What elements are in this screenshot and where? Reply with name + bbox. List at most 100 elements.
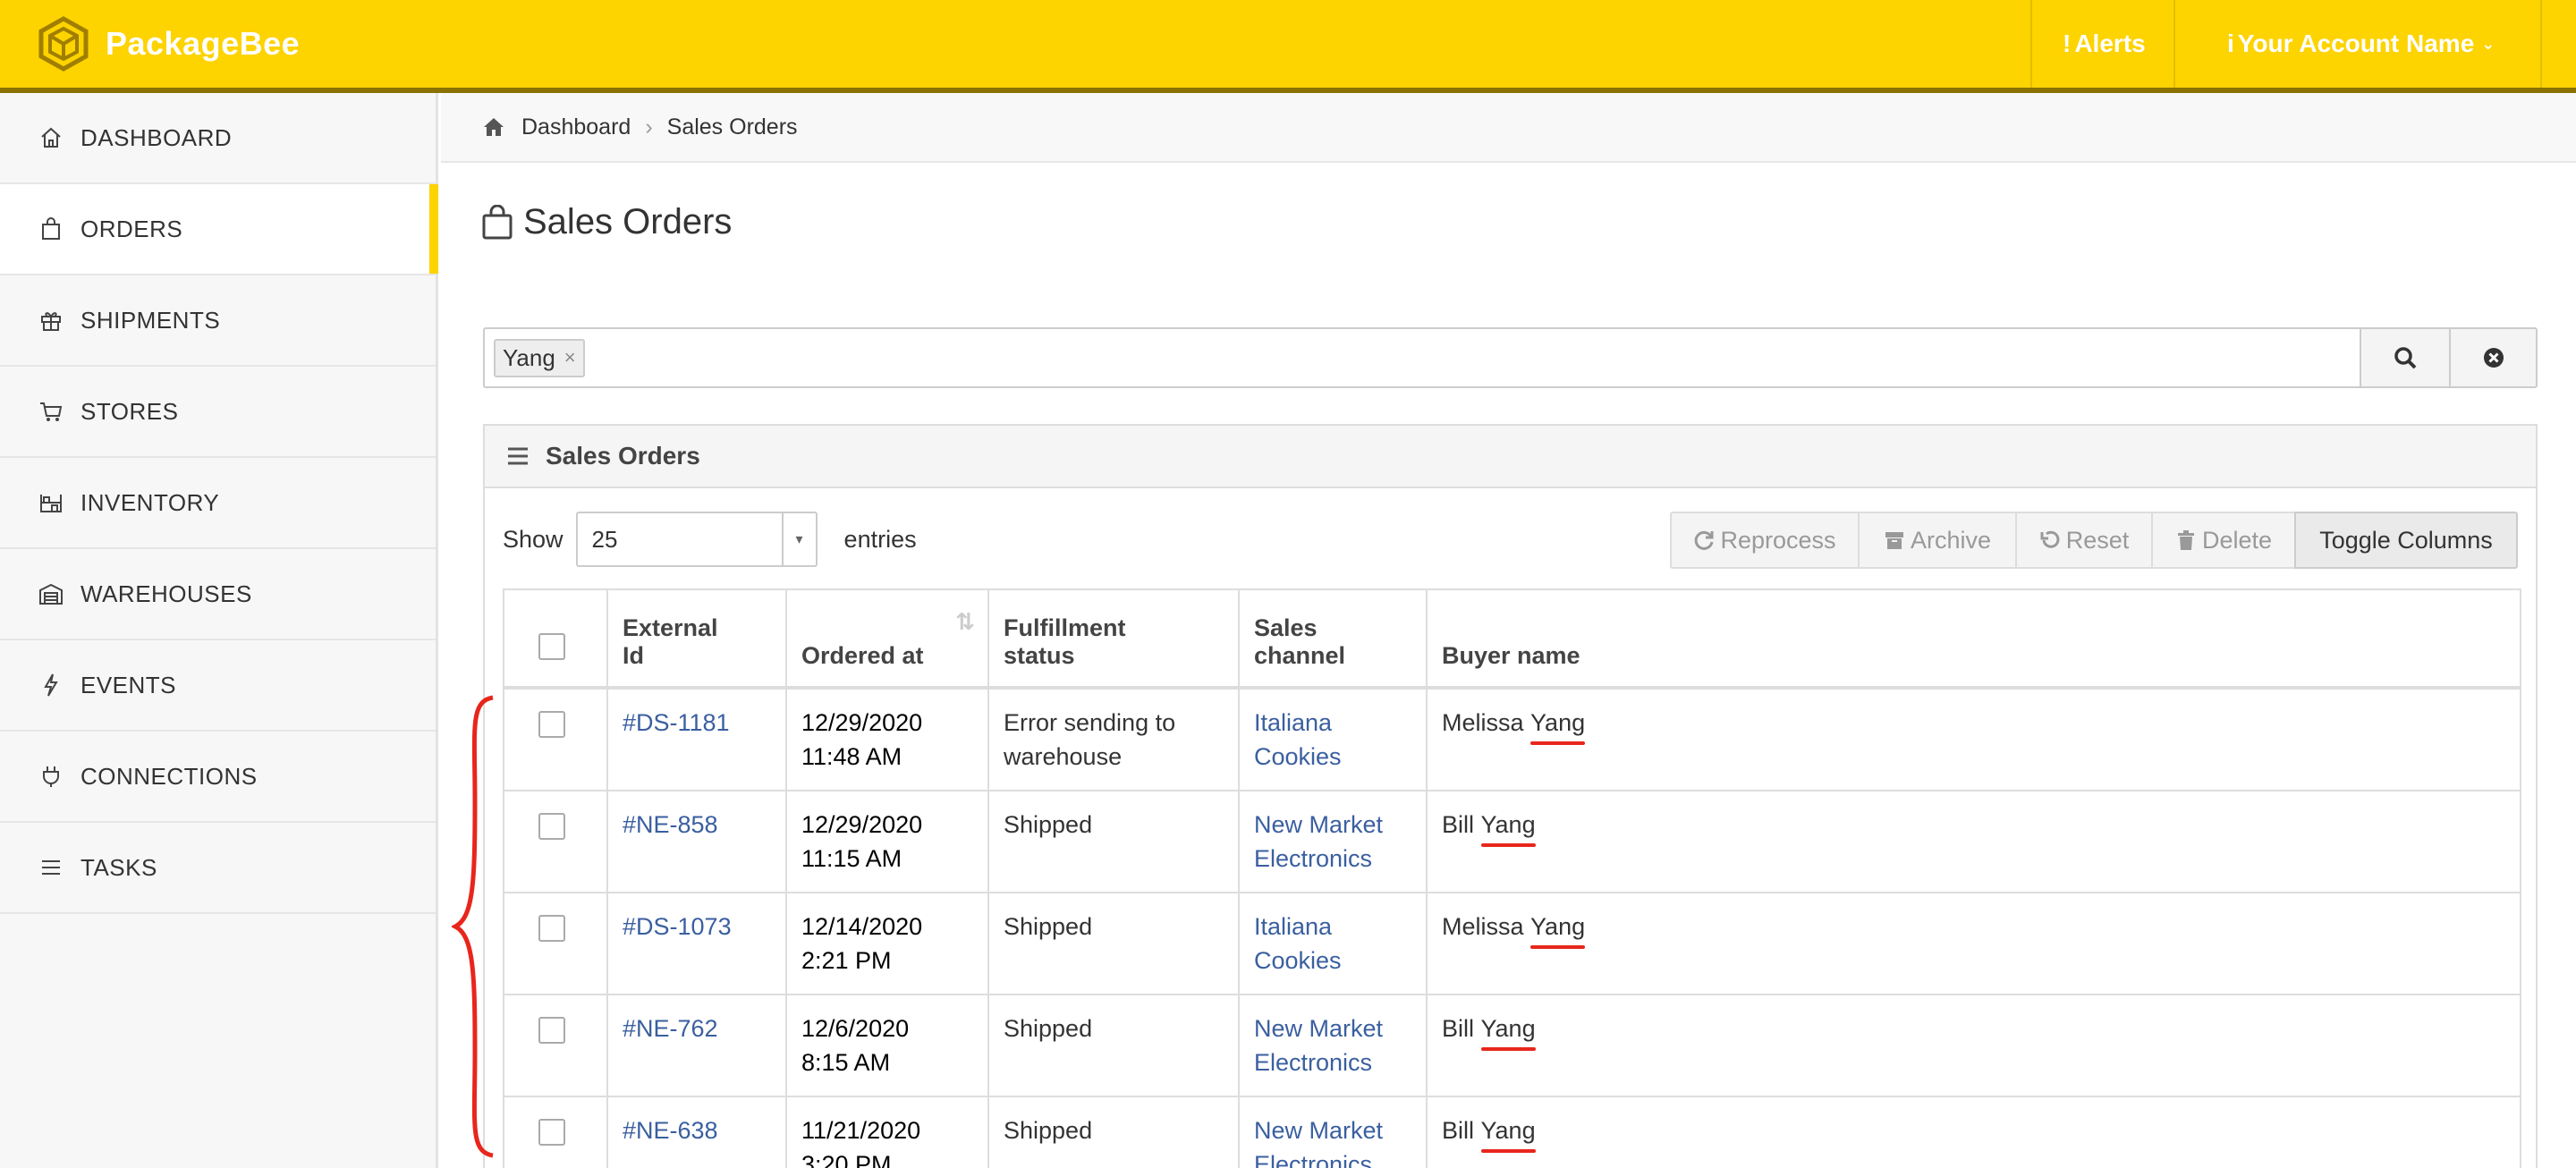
- buyer-name: Bill Yang: [1426, 790, 2521, 893]
- sales-channel-link[interactable]: New Market Electronics: [1254, 1015, 1383, 1076]
- highlighted-match: Yang: [1480, 1113, 1536, 1153]
- list-icon: [508, 447, 528, 465]
- order-date: 11/21/2020: [801, 1117, 921, 1144]
- plug-icon: [36, 761, 66, 791]
- table-row[interactable]: #DS-1181 12/29/2020 11:48 AM Error sendin…: [503, 687, 2521, 791]
- clear-search-button[interactable]: [2451, 327, 2538, 388]
- account-menu[interactable]: i Your Account Name ⌄: [2174, 0, 2542, 88]
- fulfillment-status: Shipped: [1004, 811, 1093, 838]
- row-checkbox[interactable]: [538, 813, 565, 840]
- chevron-down-icon: ⌄: [2481, 34, 2496, 53]
- brand-name: PackageBee: [106, 25, 301, 62]
- column-buyer-name[interactable]: Buyer name: [1426, 588, 2521, 690]
- close-circle-icon: [2483, 348, 2504, 368]
- order-time: 2:21 PM: [801, 947, 892, 974]
- order-date: 12/6/2020: [801, 1015, 910, 1042]
- remove-tag-icon[interactable]: ×: [564, 346, 576, 369]
- select-all-checkbox[interactable]: [538, 633, 565, 660]
- reset-button[interactable]: Reset: [2015, 512, 2153, 569]
- buyer-name: Melissa Yang: [1426, 892, 2521, 995]
- column-external-id[interactable]: External Id: [606, 588, 787, 690]
- sales-channel-link[interactable]: Italiana Cookies: [1254, 709, 1342, 770]
- refresh-icon: [1695, 530, 1714, 550]
- sidebar-item-shipments[interactable]: SHIPMENTS: [0, 275, 436, 367]
- info-icon: i: [2227, 30, 2234, 57]
- brand[interactable]: PackageBee: [36, 16, 300, 72]
- alert-icon: !: [2063, 30, 2072, 57]
- table-row[interactable]: #NE-858 12/29/2020 11:15 AM Shipped New M…: [503, 790, 2521, 893]
- sidebar-item-tasks[interactable]: TASKS: [0, 823, 436, 914]
- sidebar-item-warehouses[interactable]: WAREHOUSES: [0, 549, 436, 640]
- table-row[interactable]: #NE-762 12/6/2020 8:15 AM Shipped New Mar…: [503, 994, 2521, 1097]
- order-time: 11:48 AM: [801, 743, 902, 770]
- fulfillment-status: Shipped: [1004, 1117, 1093, 1144]
- sidebar-item-orders[interactable]: ORDERS: [0, 184, 438, 275]
- sales-channel-link[interactable]: New Market Electronics: [1254, 811, 1383, 872]
- sidebar-item-connections[interactable]: CONNECTIONS: [0, 732, 436, 823]
- page-size-select[interactable]: 25 ▾: [575, 512, 818, 567]
- column-fulfillment-status[interactable]: Fulfillment status: [987, 588, 1240, 690]
- toggle-columns-button[interactable]: Toggle Columns: [2294, 512, 2518, 569]
- sidebar-item-inventory[interactable]: INVENTORY: [0, 458, 436, 549]
- table-row[interactable]: #DS-1073 12/14/2020 2:21 PM Shipped Itali…: [503, 892, 2521, 995]
- external-id-link[interactable]: #DS-1073: [623, 913, 732, 940]
- top-bar: PackageBee ! Alerts i Your Account Name …: [0, 0, 2576, 93]
- external-id-link[interactable]: #NE-638: [623, 1117, 718, 1144]
- sidebar: DASHBOARD ORDERS SHIPMENTS STORES INVENT…: [0, 93, 453, 1168]
- sales-channel-link[interactable]: New Market Electronics: [1254, 1117, 1383, 1168]
- row-checkbox[interactable]: [538, 1119, 565, 1146]
- fulfillment-status: Shipped: [1004, 1015, 1093, 1042]
- search-button[interactable]: [2361, 327, 2452, 388]
- table-row[interactable]: #NE-638 11/21/2020 3:20 PM Shipped New Ma…: [503, 1096, 2521, 1168]
- archive-button[interactable]: Archive: [1858, 512, 2017, 569]
- archive-icon: [1885, 532, 1903, 549]
- account-label: Your Account Name: [2237, 30, 2475, 57]
- external-id-link[interactable]: #DS-1181: [623, 709, 730, 736]
- page-size-control: Show 25 ▾ entries: [503, 512, 917, 567]
- buyer-name: Bill Yang: [1426, 994, 2521, 1097]
- order-date: 12/29/2020: [801, 811, 923, 838]
- sidebar-item-stores[interactable]: STORES: [0, 367, 436, 458]
- order-date: 12/29/2020: [801, 709, 923, 736]
- sort-icon: ⇅: [955, 608, 975, 635]
- packagebee-logo-icon: [38, 16, 89, 72]
- breadcrumb-dashboard-link[interactable]: Dashboard: [521, 114, 631, 140]
- alerts-button[interactable]: ! Alerts: [2030, 0, 2174, 88]
- search-tag[interactable]: Yang ×: [494, 338, 585, 377]
- external-id-link[interactable]: #NE-762: [623, 1015, 718, 1042]
- list-icon: [36, 852, 66, 883]
- bulk-action-buttons: Reprocess Archive Reset Delete Toggle Co…: [1670, 512, 2518, 569]
- shopping-bag-icon: [36, 214, 66, 244]
- row-checkbox[interactable]: [538, 1017, 565, 1044]
- order-time: 8:15 AM: [801, 1049, 891, 1076]
- home-icon: [36, 123, 66, 153]
- reprocess-button[interactable]: Reprocess: [1670, 512, 1860, 569]
- sidebar-item-dashboard[interactable]: DASHBOARD: [0, 93, 436, 184]
- delete-button[interactable]: Delete: [2151, 512, 2296, 569]
- trash-icon: [2177, 530, 2194, 550]
- highlighted-match: Yang: [1480, 1011, 1536, 1051]
- gift-icon: [36, 305, 66, 335]
- shelves-icon: [36, 487, 66, 518]
- home-icon: [484, 118, 504, 136]
- warehouse-icon: [36, 579, 66, 609]
- row-checkbox[interactable]: [538, 711, 565, 738]
- page-title: Sales Orders: [480, 202, 732, 242]
- buyer-name: Melissa Yang: [1426, 687, 2521, 791]
- sales-channel-link[interactable]: Italiana Cookies: [1254, 913, 1342, 974]
- column-sales-channel[interactable]: Sales channel: [1238, 588, 1428, 690]
- shopping-bag-icon: [482, 204, 513, 239]
- search-icon: [2394, 347, 2417, 369]
- main-content: Dashboard › Sales Orders Sales Orders Ya…: [441, 93, 2576, 1168]
- row-checkbox[interactable]: [538, 915, 565, 942]
- order-time: 3:20 PM: [801, 1151, 892, 1168]
- column-ordered-at[interactable]: ⇅ Ordered at: [785, 588, 989, 690]
- panel-header: Sales Orders: [485, 426, 2536, 488]
- fulfillment-status: Shipped: [1004, 913, 1093, 940]
- sales-orders-table: External Id ⇅ Ordered at Fulfillment status…: [503, 588, 2521, 1168]
- external-id-link[interactable]: #NE-858: [623, 811, 718, 838]
- order-date: 12/14/2020: [801, 913, 923, 940]
- annotation-brace: [452, 695, 494, 1158]
- sidebar-item-events[interactable]: EVENTS: [0, 640, 436, 732]
- search-input[interactable]: Yang ×: [483, 327, 2362, 388]
